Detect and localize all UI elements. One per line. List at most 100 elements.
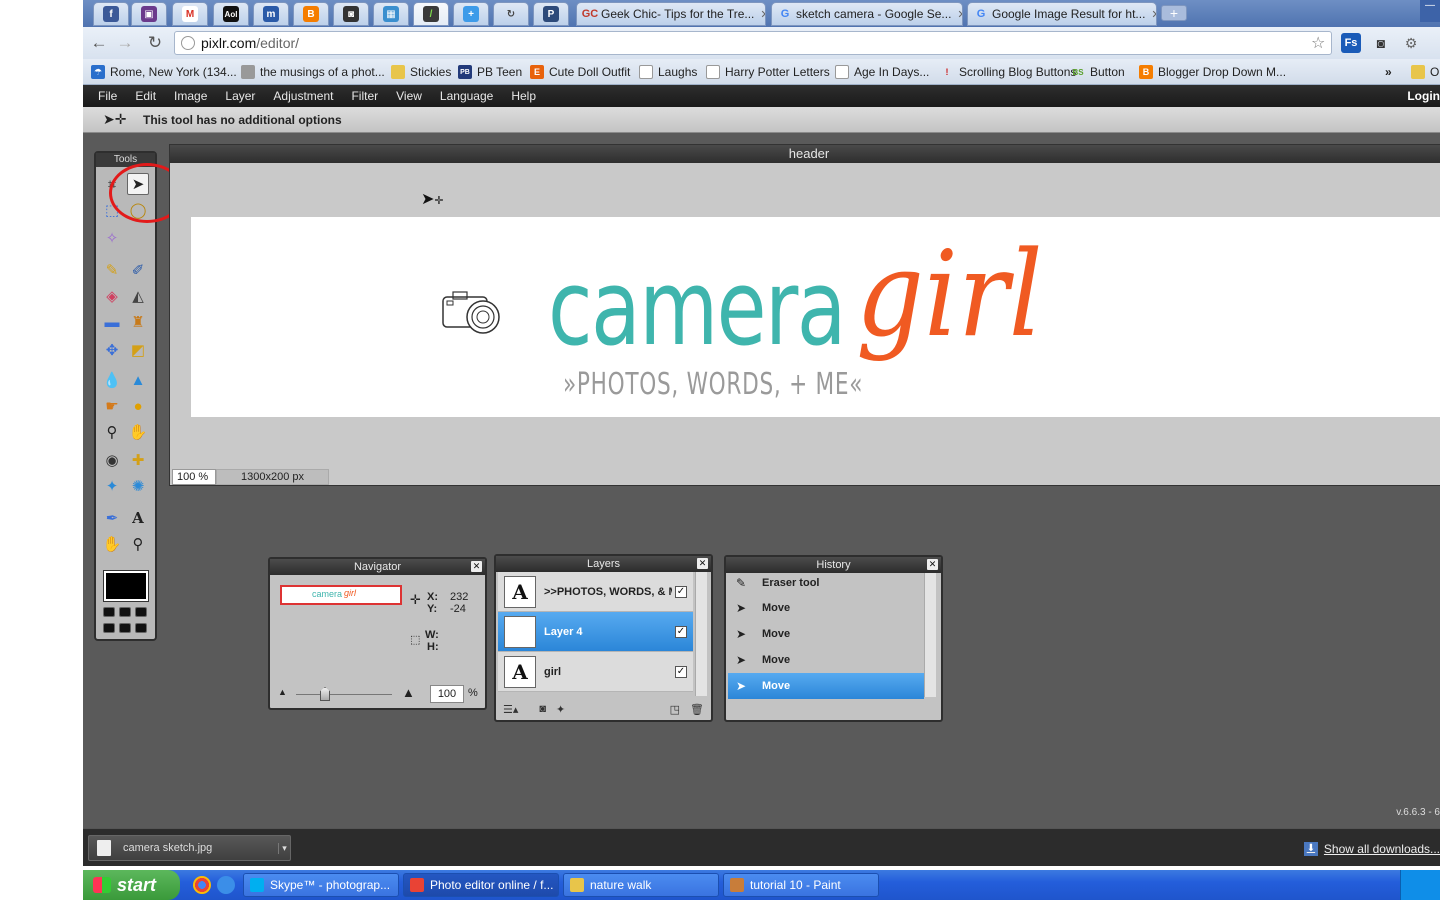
swatch[interactable] (135, 607, 147, 617)
bookmark-item[interactable]: Harry Potter Letters (706, 63, 830, 81)
bookmark-star-icon[interactable]: ☆ (1311, 33, 1325, 53)
close-icon[interactable]: ✕ (471, 561, 482, 572)
zoom-slider-track[interactable] (296, 694, 392, 695)
magic-wand-tool-icon[interactable]: ✧ (101, 227, 123, 249)
swatch[interactable] (103, 623, 115, 633)
layers-scrollbar[interactable] (695, 572, 707, 696)
menu-layer[interactable]: Layer (216, 89, 264, 103)
taskbar-item-skype[interactable]: Skype™ - photograp... (243, 873, 399, 897)
history-item-selected[interactable]: ➤ Move (728, 673, 924, 699)
pinned-tab-pixlr[interactable]: / (413, 2, 449, 26)
taskbar-item-nature-walk[interactable]: nature walk (563, 873, 719, 897)
system-tray[interactable] (1400, 870, 1440, 900)
gradient-tool-icon[interactable]: ▬ (101, 311, 123, 333)
pinned-tab-aol[interactable]: Aol (213, 2, 249, 26)
red-eye-tool-icon[interactable]: ◉ (101, 449, 123, 471)
other-bookmarks[interactable]: O (1411, 63, 1439, 81)
bookmark-item[interactable]: the musings of a phot... (241, 63, 385, 81)
history-item[interactable]: ➤ Move (728, 621, 924, 647)
pencil-tool-icon[interactable]: ✎ (101, 259, 123, 281)
hand-tool-icon[interactable]: ✋ (101, 533, 123, 555)
layer-row-selected[interactable]: Layer 4 ✓ (498, 612, 693, 652)
login-link[interactable]: Login (1407, 89, 1440, 103)
taskbar-item-photo-editor[interactable]: Photo editor online / f... (403, 873, 559, 897)
pinned-tab-plus-app[interactable]: + (453, 2, 489, 26)
menu-adjustment[interactable]: Adjustment (264, 89, 342, 103)
menu-edit[interactable]: Edit (126, 89, 165, 103)
zoom-tool-icon[interactable]: ⚲ (127, 533, 149, 555)
pinned-tab-gmail[interactable]: M (172, 2, 208, 26)
history-scrollbar[interactable] (924, 573, 936, 697)
swatch[interactable] (135, 623, 147, 633)
bookmarks-overflow-button[interactable]: » (1385, 63, 1392, 81)
dodge-tool-icon[interactable]: ⚲ (101, 421, 123, 443)
layer-visibility-checkbox[interactable]: ✓ (675, 625, 687, 638)
chevron-down-icon[interactable]: ▾ (278, 842, 290, 854)
zoom-out-icon[interactable]: ▲ (278, 687, 287, 697)
bloat-tool-icon[interactable]: ✦ (101, 475, 123, 497)
reload-icon[interactable]: ↻ (145, 33, 165, 53)
pinned-tab-purple-app[interactable]: ▣ (131, 2, 167, 26)
menu-file[interactable]: File (89, 89, 126, 103)
foreground-color-swatch[interactable] (103, 570, 149, 602)
pinch-tool-icon[interactable]: ✺ (127, 475, 149, 497)
bookmark-item[interactable]: ! Scrolling Blog Buttons (940, 63, 1077, 81)
brush-tool-icon[interactable]: ✐ (127, 259, 149, 281)
start-button[interactable]: start (83, 870, 180, 900)
menu-help[interactable]: Help (502, 89, 545, 103)
pinned-tab-refresh-app[interactable]: ↻ (493, 2, 529, 26)
type-tool-icon[interactable]: A (127, 507, 149, 529)
chrome-icon[interactable] (193, 876, 211, 894)
swatch[interactable] (103, 607, 115, 617)
menu-filter[interactable]: Filter (342, 89, 387, 103)
pinned-tab-facebook[interactable]: f (93, 2, 129, 26)
close-icon[interactable]: ✕ (1145, 8, 1156, 21)
layer-visibility-checkbox[interactable]: ✓ (675, 665, 687, 678)
spot-heal-tool-icon[interactable]: ✚ (127, 449, 149, 471)
blur-tool-icon[interactable]: 💧 (101, 369, 123, 391)
swatch[interactable] (119, 607, 131, 617)
zoom-level[interactable]: 100 % (172, 469, 216, 485)
address-bar[interactable]: pixlr.com/editor/ (174, 31, 1332, 55)
navigator-thumbnail[interactable]: camera girl (280, 585, 402, 605)
swatch[interactable] (119, 623, 131, 633)
internet-explorer-icon[interactable] (217, 876, 235, 894)
sponge-tool-icon[interactable]: ● (127, 395, 149, 417)
color-picker-tool-icon[interactable]: ✒ (101, 507, 123, 529)
bookmark-item[interactable]: Laughs (639, 63, 697, 81)
layer-row[interactable]: A girl ✓ (498, 652, 693, 692)
menu-image[interactable]: Image (165, 89, 216, 103)
eraser-tool-icon[interactable]: ◈ (101, 285, 123, 307)
clone-stamp-tool-icon[interactable]: ♜ (127, 311, 149, 333)
layer-visibility-checkbox[interactable]: ✓ (675, 585, 687, 598)
layer-style-icon[interactable]: ✦ (556, 703, 565, 716)
camera-extension-icon[interactable]: ◙ (1371, 33, 1391, 53)
bookmark-item[interactable]: Age In Days... (835, 63, 929, 81)
layer-row[interactable]: A >>PHOTOS, WORDS, & ME<< ✓ (498, 572, 693, 612)
new-layer-icon[interactable]: ◳ (670, 703, 680, 716)
bookmark-item[interactable]: BS Button (1071, 63, 1124, 81)
burn-tool-icon[interactable]: ✋ (127, 421, 149, 443)
tab-geek-chic[interactable]: GC Geek Chic- Tips for the Tre... ✕ (576, 2, 766, 26)
history-item[interactable]: ✎ Eraser tool (728, 573, 924, 593)
bookmark-item[interactable]: PB PB Teen (458, 63, 522, 81)
bookmark-item[interactable]: B Blogger Drop Down M... (1139, 63, 1286, 81)
smudge-tool-icon[interactable]: ☛ (101, 395, 123, 417)
layer-mask-icon[interactable]: ◙ (539, 703, 546, 715)
pinned-tab-m-app[interactable]: m (253, 2, 289, 26)
menu-language[interactable]: Language (431, 89, 502, 103)
zoom-input[interactable]: 100 (430, 685, 464, 703)
close-icon[interactable]: ✕ (951, 8, 962, 21)
download-item[interactable]: camera sketch.jpg ▾ (88, 835, 291, 861)
close-icon[interactable]: ✕ (754, 8, 765, 21)
close-icon[interactable]: ✕ (697, 558, 708, 569)
shape-tool-icon[interactable]: ◩ (127, 339, 149, 361)
tab-sketch-camera[interactable]: G sketch camera - Google Se... ✕ (771, 2, 963, 26)
wrench-icon[interactable]: ⚙ (1401, 33, 1421, 53)
canvas[interactable]: camera girl »PHOTOS, WORDS, + ME« (191, 217, 1440, 417)
taskbar-item-paint[interactable]: tutorial 10 - Paint (723, 873, 879, 897)
show-all-downloads-link[interactable]: ⬇ Show all downloads... (1303, 842, 1440, 856)
menu-view[interactable]: View (387, 89, 431, 103)
layer-settings-icon[interactable]: ☰▴ (503, 703, 518, 716)
zoom-slider-handle[interactable] (320, 687, 330, 701)
